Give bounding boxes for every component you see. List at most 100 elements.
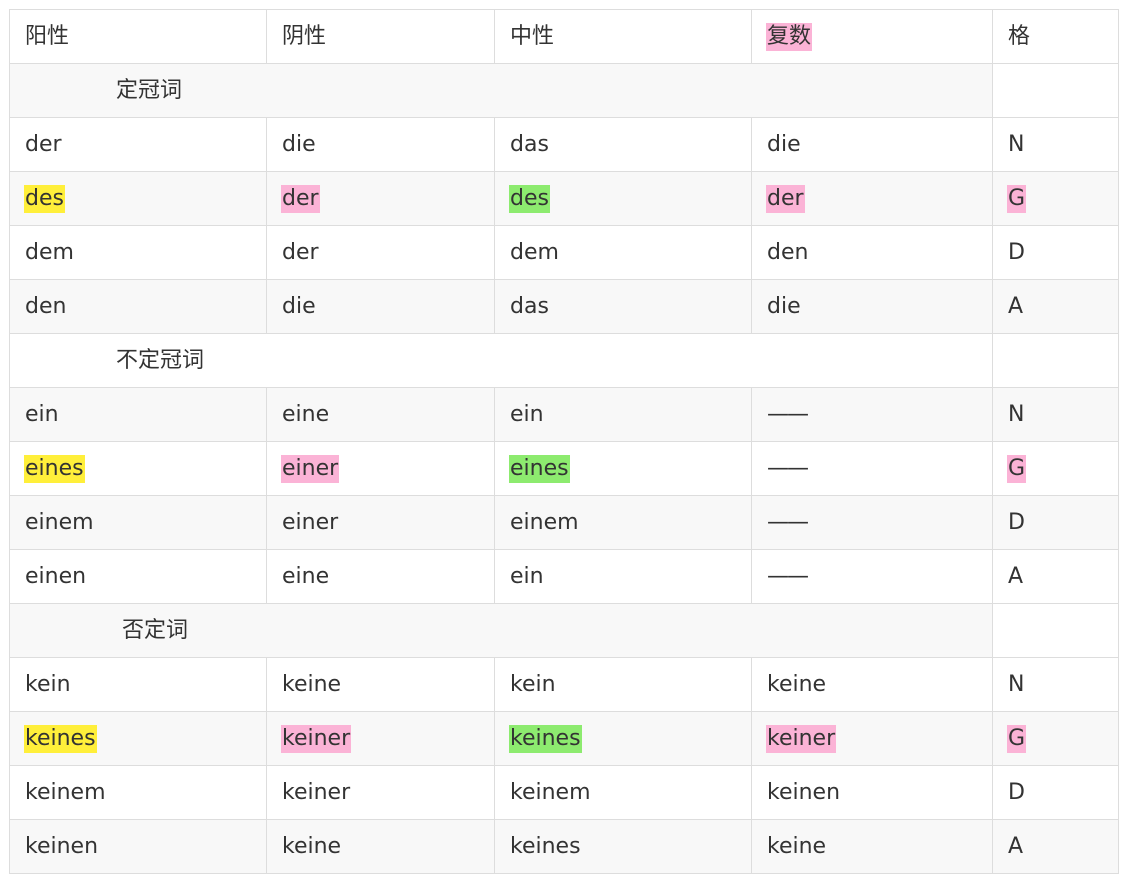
cell-text: einem — [510, 509, 579, 535]
cell-text: der — [282, 239, 319, 265]
table-cell: 阳性 — [9, 9, 267, 64]
cell-text: dem — [25, 239, 74, 265]
cell-text: die — [767, 131, 801, 157]
cell-text: D — [1008, 779, 1025, 805]
table-cell: die — [266, 279, 495, 334]
table-cell: N — [992, 117, 1119, 172]
table-cell: keine — [266, 819, 495, 874]
cell-text: keine — [767, 671, 827, 697]
table-cell: G — [992, 171, 1119, 226]
table-cell: A — [992, 279, 1119, 334]
table-cell: den — [751, 225, 993, 280]
table-cell: G — [992, 711, 1119, 766]
cell-text: keine — [767, 833, 827, 859]
table-cell: eines — [494, 441, 752, 496]
cell-text: keinen — [25, 833, 99, 859]
table-cell: einem — [494, 495, 752, 550]
cell-text: dem — [510, 239, 559, 265]
table-cell: 复数 — [751, 9, 993, 64]
table-cell: keines — [494, 711, 752, 766]
table-cell: N — [992, 387, 1119, 442]
cell-text: kein — [25, 671, 71, 697]
cell-text: ein — [510, 401, 544, 427]
highlighted-cell-text: keiner — [281, 724, 352, 753]
table-cell: einen — [9, 549, 267, 604]
table-cell: N — [992, 657, 1119, 712]
table-cell: keinem — [494, 765, 752, 820]
section-title: 否定词 — [122, 617, 189, 643]
highlighted-cell-text: der — [766, 184, 805, 213]
table-cell: keiner — [266, 711, 495, 766]
highlighted-cell-text: G — [1007, 184, 1027, 213]
cell-text: D — [1008, 239, 1025, 265]
table-cell: kein — [9, 657, 267, 712]
table-cell: —— — [751, 387, 993, 442]
cell-text: keinem — [25, 779, 106, 805]
cell-text: —— — [767, 509, 809, 535]
highlighted-cell-text: eines — [24, 454, 85, 483]
table-cell: A — [992, 819, 1119, 874]
cell-text: keines — [510, 833, 581, 859]
table-cell: die — [751, 279, 993, 334]
empty-case-cell — [992, 333, 1119, 388]
cell-text: N — [1008, 131, 1025, 157]
cell-text: ein — [25, 401, 59, 427]
table-cell: —— — [751, 441, 993, 496]
cell-text: —— — [767, 401, 809, 427]
cell-text: das — [510, 131, 549, 157]
cell-text: keine — [282, 833, 342, 859]
section-title: 定冠词 — [116, 77, 183, 103]
table-cell: keiner — [751, 711, 993, 766]
table-cell: der — [751, 171, 993, 226]
section-title: 不定冠词 — [116, 347, 205, 373]
cell-text: die — [767, 293, 801, 319]
table-cell: —— — [751, 549, 993, 604]
table-cell: einem — [9, 495, 267, 550]
cell-text: die — [282, 293, 316, 319]
highlighted-cell-text: des — [509, 184, 550, 213]
highlighted-cell-text: keiner — [766, 724, 837, 753]
cell-text: einen — [25, 563, 87, 589]
table-cell: eine — [266, 549, 495, 604]
table-cell: das — [494, 117, 752, 172]
table-cell: keinen — [9, 819, 267, 874]
highlighted-cell-text: der — [281, 184, 320, 213]
table-cell: keine — [751, 819, 993, 874]
table-cell: D — [992, 225, 1119, 280]
section-title-cell: 否定词 — [9, 603, 993, 658]
table-cell: ein — [494, 549, 752, 604]
table-cell: dem — [9, 225, 267, 280]
table-cell: der — [266, 171, 495, 226]
table-cell: keiner — [266, 765, 495, 820]
cell-text: keinem — [510, 779, 591, 805]
cell-text: —— — [767, 455, 809, 481]
section-title-cell: 不定冠词 — [9, 333, 993, 388]
cell-text: A — [1008, 563, 1024, 589]
table-cell: ein — [9, 387, 267, 442]
cell-text: der — [25, 131, 62, 157]
cell-text: das — [510, 293, 549, 319]
declension-table: 阳性 阴性 中性 复数 格定冠词 der die das die Ndes der des der Gde… — [0, 0, 1128, 880]
cell-text: 中性 — [510, 23, 555, 49]
cell-text: den — [767, 239, 809, 265]
table-cell: keinem — [9, 765, 267, 820]
cell-text: den — [25, 293, 67, 319]
table-cell: keine — [266, 657, 495, 712]
table-cell: —— — [751, 495, 993, 550]
table-cell: keines — [9, 711, 267, 766]
cell-text: 格 — [1008, 23, 1031, 49]
table-cell: kein — [494, 657, 752, 712]
table-cell: der — [9, 117, 267, 172]
highlighted-cell-text: eines — [509, 454, 570, 483]
cell-text: keine — [282, 671, 342, 697]
cell-text: A — [1008, 833, 1024, 859]
cell-text: N — [1008, 401, 1025, 427]
highlighted-cell-text: G — [1007, 724, 1027, 753]
cell-text: —— — [767, 563, 809, 589]
highlighted-cell-text: keines — [24, 724, 97, 753]
cell-text: ein — [510, 563, 544, 589]
table-cell: das — [494, 279, 752, 334]
cell-text: eine — [282, 401, 330, 427]
table-cell: des — [494, 171, 752, 226]
highlighted-cell-text: 复数 — [766, 22, 813, 51]
